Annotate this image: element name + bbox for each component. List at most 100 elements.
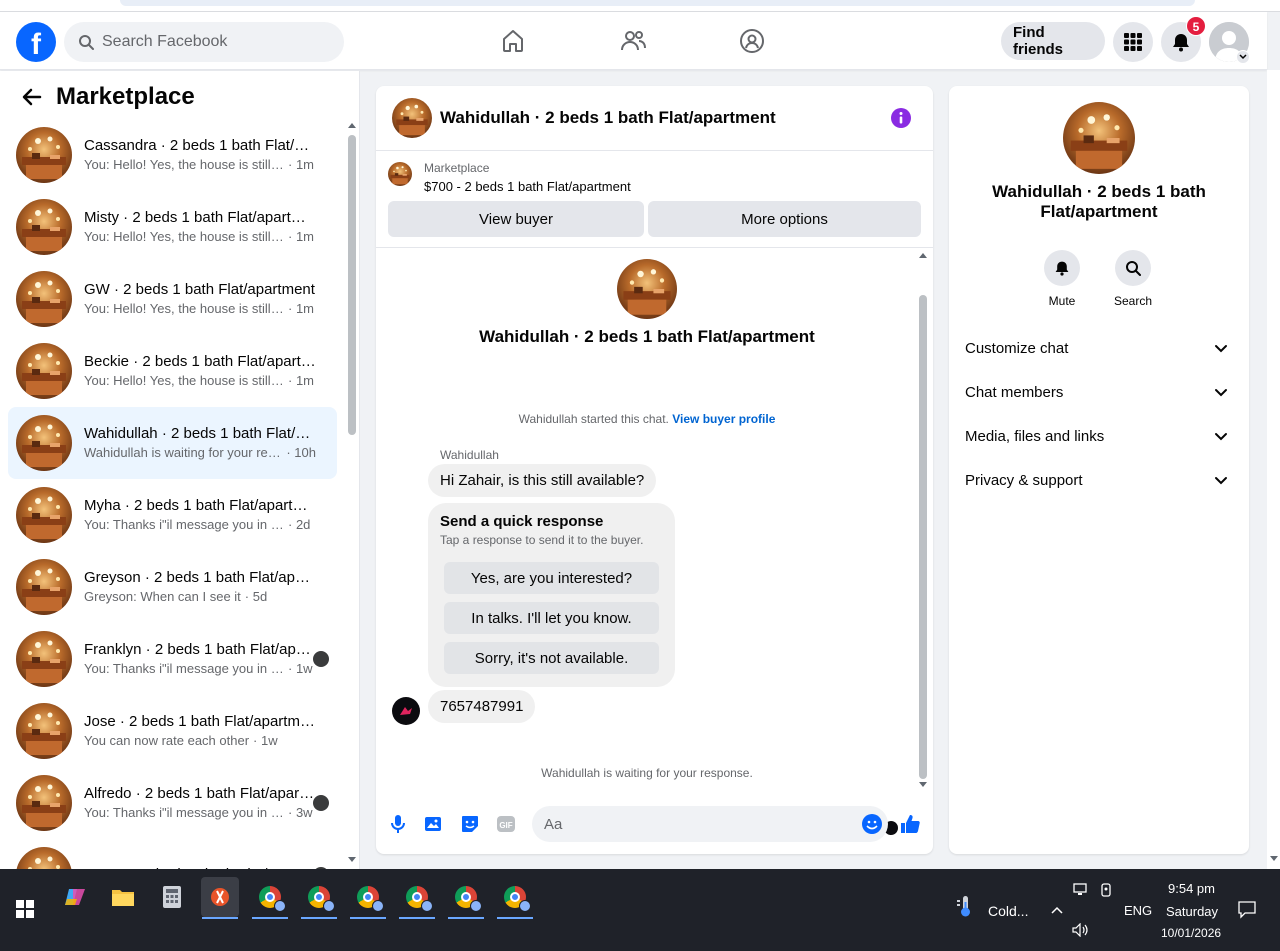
conversation-avatar: [16, 343, 72, 399]
chrome-icon[interactable]: [251, 877, 289, 919]
mute-action[interactable]: Mute: [1032, 250, 1092, 308]
conversation-item[interactable]: Jose · 2 beds 1 bath Flat/apartment You c…: [8, 695, 337, 767]
quick-response-yes[interactable]: Yes, are you interested?: [444, 562, 659, 594]
waiting-status: Wahidullah is waiting for your response.: [541, 766, 753, 780]
conversation-text: Wahidullah · 2 beds 1 bath Flat/apartmen…: [84, 424, 316, 462]
thumbs-up-icon[interactable]: [898, 812, 922, 836]
home-icon[interactable]: [498, 26, 528, 56]
conversation-avatar: [16, 847, 72, 869]
conversation-item[interactable]: Beckie · 2 beds 1 bath Flat/apartment You…: [8, 335, 337, 407]
conversation-item[interactable]: Franklyn · 2 beds 1 bath Flat/apartment Y…: [8, 623, 337, 695]
conversation-avatar: [16, 271, 72, 327]
search-icon: [79, 35, 94, 50]
quick-response-title: Send a quick response: [440, 513, 604, 530]
more-options-button[interactable]: More options: [648, 201, 921, 237]
chat-members-row[interactable]: Chat members: [957, 370, 1241, 414]
page-scrollbar[interactable]: [1267, 70, 1280, 869]
search-box[interactable]: [64, 22, 344, 62]
conversation-avatar: [16, 631, 72, 687]
search-action[interactable]: Search: [1103, 250, 1163, 308]
chat-avatar[interactable]: [392, 98, 432, 138]
notification-center-icon[interactable]: [1234, 897, 1260, 923]
system-text: Wahidullah started this chat.: [518, 412, 669, 426]
conversation-item[interactable]: Alfredo · 2 beds 1 bath Flat/apartment Yo…: [8, 767, 337, 839]
message-bubble[interactable]: 7657487991: [428, 690, 536, 723]
chrome-icon[interactable]: [496, 877, 534, 919]
conversation-item[interactable]: Greyson · 2 beds 1 bath Flat/apartment Gr…: [8, 551, 337, 623]
message-input[interactable]: [544, 815, 844, 833]
chat-scrollbar[interactable]: [918, 253, 928, 787]
conversation-preview: You: Hello! Yes, the house is still avai…: [84, 300, 316, 318]
conversation-item[interactable]: Wahidullah · 2 beds 1 bath Flat/apartmen…: [8, 407, 337, 479]
quick-response-subtitle: Tap a response to send it to the buyer.: [440, 533, 644, 547]
conversation-time: · 1m: [288, 229, 314, 244]
chrome-icon[interactable]: [447, 877, 485, 919]
find-friends-button[interactable]: Find friends: [1001, 22, 1105, 60]
sender-avatar[interactable]: [392, 697, 420, 725]
conversation-time: · 1w: [253, 733, 278, 748]
chevron-down-icon: [1215, 389, 1227, 397]
chevron-up-icon[interactable]: [1046, 899, 1068, 921]
file-explorer-icon[interactable]: [104, 877, 142, 917]
browser-address-bar[interactable]: [120, 0, 1195, 6]
message-bubble[interactable]: Hi Zahair, is this still available?: [428, 464, 657, 497]
notification-badge: 5: [1186, 16, 1206, 36]
customize-chat-row[interactable]: Customize chat: [957, 326, 1241, 370]
microphone-icon[interactable]: [386, 812, 410, 836]
search-input[interactable]: [102, 33, 322, 51]
friends-icon[interactable]: [618, 26, 648, 56]
chevron-down-icon[interactable]: [1236, 50, 1250, 64]
details-avatar[interactable]: [1063, 102, 1135, 174]
menu-grid-button[interactable]: [1113, 22, 1153, 62]
conversation-snippet: You: Hello! Yes, the house is still avai…: [84, 229, 284, 244]
chrome-icon[interactable]: [349, 877, 387, 919]
windows-start-icon[interactable]: [6, 889, 44, 929]
message-input-box[interactable]: [532, 806, 888, 842]
view-buyer-profile-link[interactable]: View buyer profile: [672, 412, 775, 426]
copilot-icon[interactable]: [56, 877, 94, 917]
emoji-icon[interactable]: [860, 812, 884, 836]
gif-icon[interactable]: GIF: [494, 812, 518, 836]
chrome-icon[interactable]: [398, 877, 436, 919]
quick-response-not-available[interactable]: Sorry, it's not available.: [444, 642, 659, 674]
conversation-avatar: [16, 775, 72, 831]
sticker-icon[interactable]: [458, 812, 482, 836]
weather-text[interactable]: Cold...: [988, 903, 1028, 919]
media-files-links-row[interactable]: Media, files and links: [957, 414, 1241, 458]
listing-price[interactable]: $700 - 2 beds 1 bath Flat/apartment: [424, 179, 631, 194]
language-indicator[interactable]: ENG: [1124, 903, 1152, 918]
info-icon[interactable]: [891, 108, 911, 128]
conversation-preview: You: Thanks i"il message you in a bit · 1…: [84, 660, 316, 678]
conversation-item[interactable]: Betsey · 2 beds 1 bath Flat/apartment: [8, 839, 337, 869]
clock-date: 10/01/2026: [1161, 926, 1222, 940]
photo-icon[interactable]: [422, 812, 446, 836]
conversation-item[interactable]: Myha · 2 beds 1 bath Flat/apartment You: …: [8, 479, 337, 551]
message-thread: Wahidullah · 2 beds 1 bath Flat/apartmen…: [376, 249, 933, 835]
svg-text:GIF: GIF: [499, 821, 512, 830]
clock-time[interactable]: 9:54 pm: [1168, 881, 1215, 896]
quick-response-in-talks[interactable]: In talks. I'll let you know.: [444, 602, 659, 634]
camera-icon[interactable]: [1096, 879, 1118, 901]
conversation-name: Beckie · 2 beds 1 bath Flat/apartment: [84, 353, 316, 370]
listing-summary: Marketplace $700 - 2 beds 1 bath Flat/ap…: [376, 152, 933, 248]
privacy-support-row[interactable]: Privacy & support: [957, 458, 1241, 502]
network-icon[interactable]: [1070, 879, 1092, 901]
snipping-tool-icon[interactable]: [201, 877, 239, 919]
chat-title[interactable]: Wahidullah · 2 beds 1 bath Flat/apartmen…: [440, 108, 776, 128]
conversation-item[interactable]: Misty · 2 beds 1 bath Flat/apartment You:…: [8, 191, 337, 263]
sidebar-scrollbar[interactable]: [347, 123, 357, 863]
back-arrow-icon[interactable]: [20, 85, 44, 109]
facebook-logo-icon[interactable]: f: [16, 22, 56, 62]
listing-thumbnail[interactable]: [388, 162, 412, 186]
speaker-icon[interactable]: [1070, 919, 1092, 941]
search-icon: [1126, 261, 1141, 276]
section-label: Media, files and links: [965, 427, 1105, 445]
groups-icon[interactable]: [737, 26, 767, 56]
chrome-icon[interactable]: [300, 877, 338, 919]
conversation-item[interactable]: Cassandra · 2 beds 1 bath Flat/apartment…: [8, 119, 337, 191]
thermometer-icon[interactable]: [950, 891, 980, 921]
calculator-icon[interactable]: [153, 877, 191, 917]
conversation-text: Beckie · 2 beds 1 bath Flat/apartment You…: [84, 352, 316, 390]
view-buyer-button[interactable]: View buyer: [388, 201, 644, 237]
conversation-item[interactable]: GW · 2 beds 1 bath Flat/apartment You: He…: [8, 263, 337, 335]
